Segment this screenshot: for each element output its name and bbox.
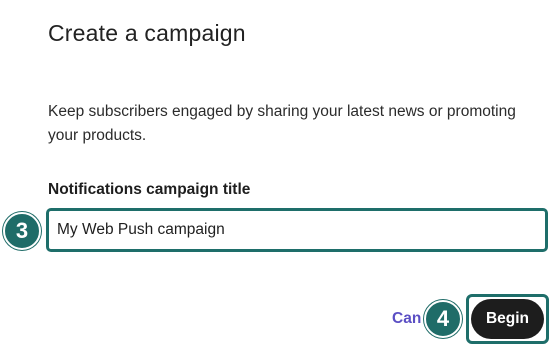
cancel-button[interactable]: Can — [392, 310, 421, 328]
create-campaign-dialog: Create a campaign Keep subscribers engag… — [0, 0, 559, 359]
campaign-title-input[interactable] — [46, 208, 548, 252]
step-3-badge: 3 — [3, 212, 41, 250]
step-4-badge: 4 — [424, 300, 462, 338]
dialog-title: Create a campaign — [48, 20, 246, 46]
begin-button[interactable]: Begin — [471, 299, 544, 339]
dialog-description: Keep subscribers engaged by sharing your… — [48, 103, 516, 144]
campaign-title-label: Notifications campaign title — [48, 181, 251, 198]
